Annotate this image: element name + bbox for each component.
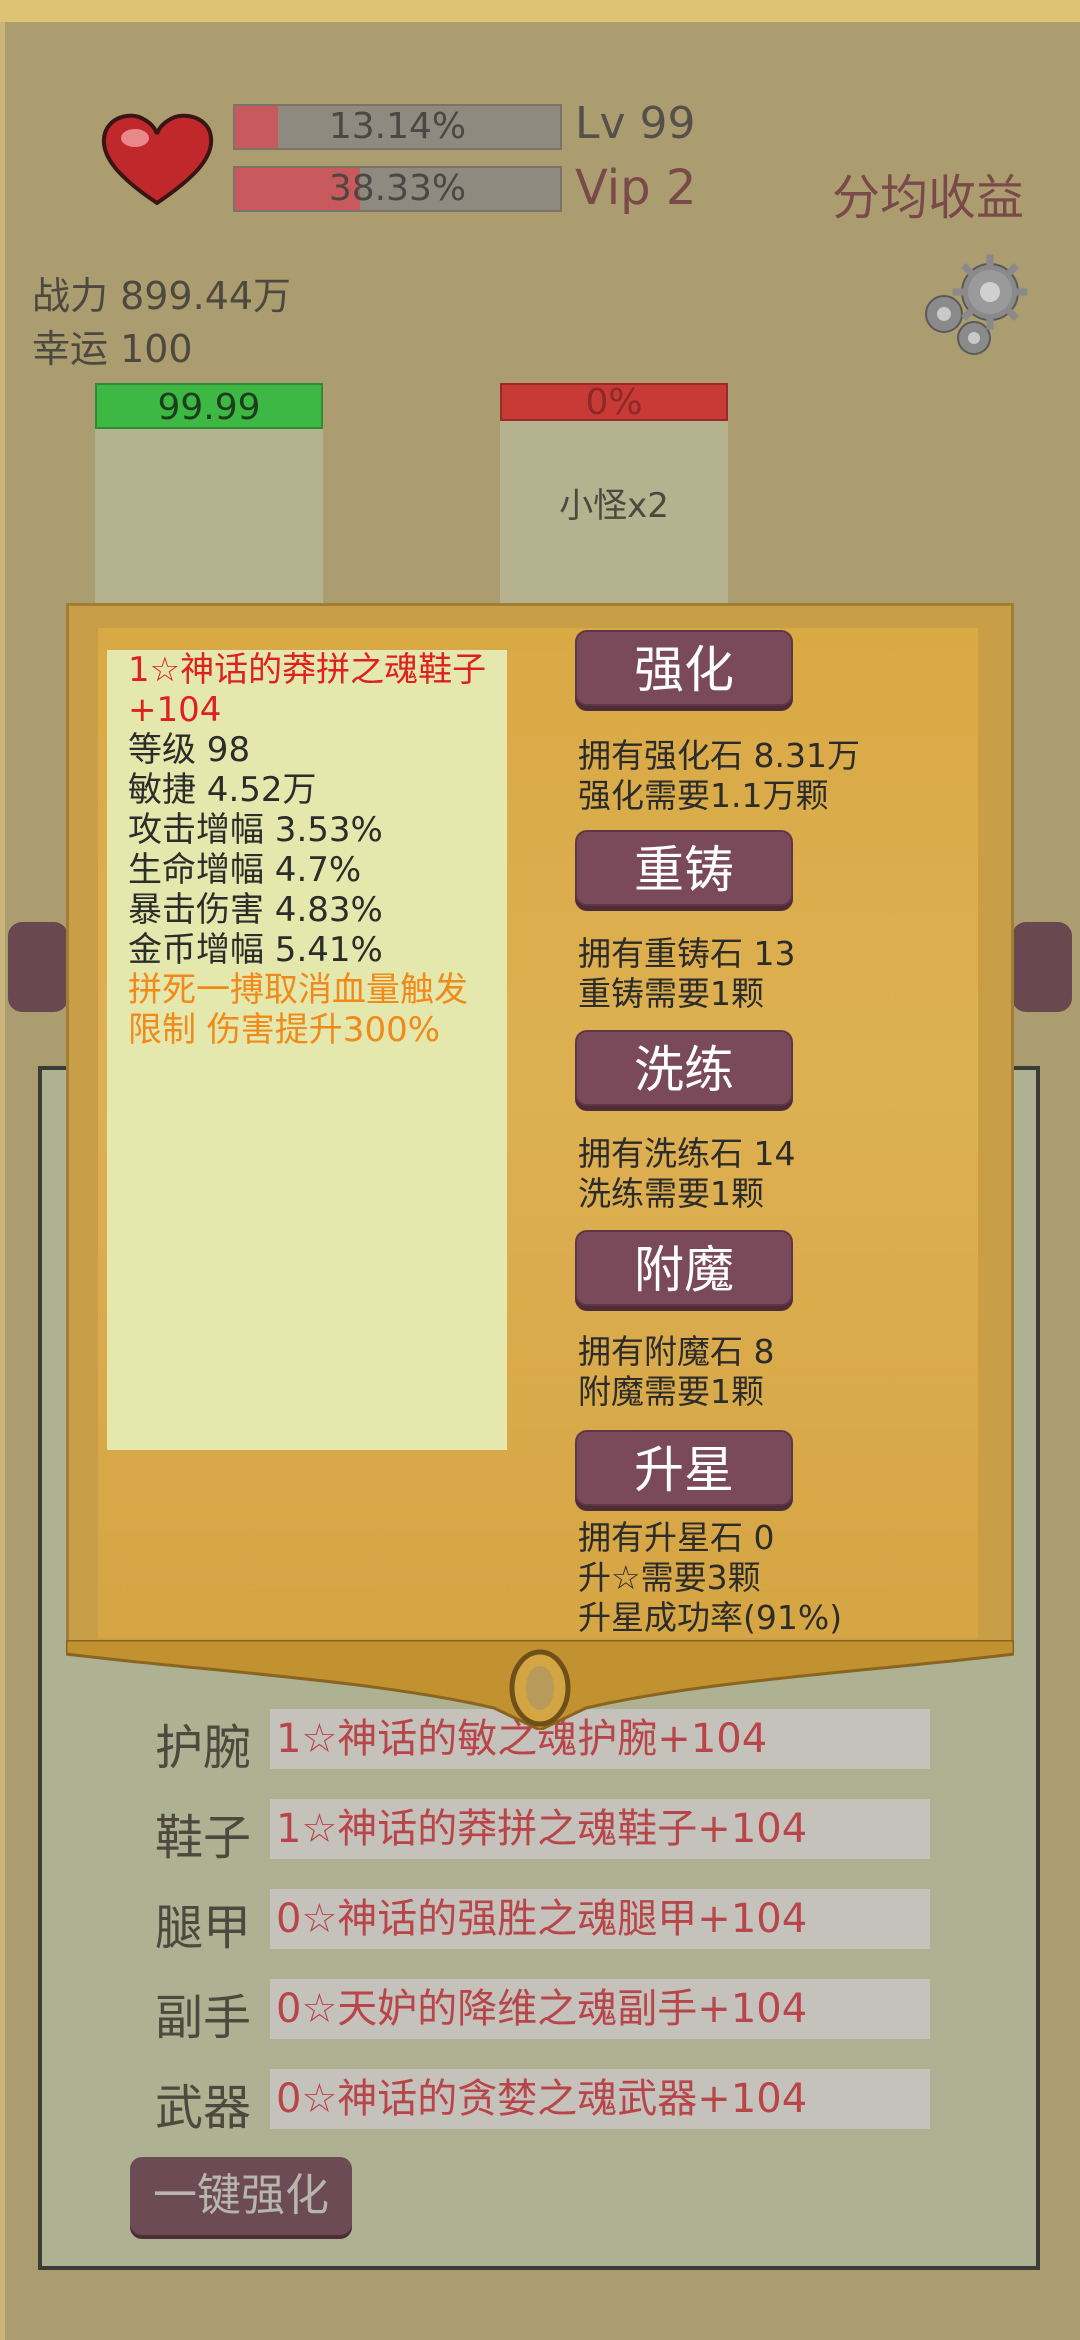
settings-gear-icon[interactable]: [920, 252, 1032, 360]
reforge-info: 拥有重铸石 13 重铸需要1颗: [578, 934, 795, 1014]
star-up-cost: 升☆需要3颗: [578, 1558, 761, 1597]
level-label: Lv 99: [575, 98, 696, 149]
exp-bar: 38.33%: [233, 166, 562, 212]
item-stat-attack: 攻击增幅 3.53%: [128, 810, 383, 850]
power-stat: 战力 899.44万: [32, 274, 292, 318]
slot-label-weapon: 武器: [155, 2080, 252, 2136]
refine-owned: 拥有洗练石 14: [578, 1134, 796, 1173]
slot-item-shoes[interactable]: 1☆神话的莽拼之魂鞋子+104: [270, 1799, 930, 1859]
enchant-info: 拥有附魔石 8 附魔需要1颗: [578, 1332, 775, 1412]
left-edge: [0, 22, 5, 2340]
star-up-rate: 升星成功率(91%): [578, 1598, 843, 1637]
enemy-label: 小怪x2: [559, 486, 669, 526]
slot-item-legs[interactable]: 0☆神话的强胜之魂腿甲+104: [270, 1889, 930, 1949]
hp-bar-text: 13.14%: [328, 106, 467, 147]
refine-cost: 洗练需要1颗: [578, 1174, 764, 1213]
star-up-button[interactable]: 升星: [575, 1430, 793, 1506]
slot-label-shoes: 鞋子: [155, 1810, 252, 1866]
top-strip: [0, 0, 1080, 22]
heart-icon: [101, 113, 214, 206]
modal-scroll-bottom: [66, 1640, 1014, 1730]
slot-item-offhand[interactable]: 0☆天妒的降维之魂副手+104: [270, 1979, 930, 2039]
item-info-text: 1☆神话的莽拼之魂鞋子+104 等级 98 敏捷 4.52万 攻击增幅 3.53…: [128, 650, 498, 1050]
refine-info: 拥有洗练石 14 洗练需要1颗: [578, 1134, 795, 1214]
player-hp: 99.99: [95, 383, 323, 429]
slot-item-weapon[interactable]: 0☆神话的贪婪之魂武器+104: [270, 2069, 930, 2129]
star-up-owned: 拥有升星石 0: [578, 1518, 775, 1557]
item-stat-crit: 暴击伤害 4.83%: [128, 890, 383, 930]
enhance-button[interactable]: 强化: [575, 630, 793, 706]
slot-label-legs: 腿甲: [155, 1900, 252, 1956]
enhance-owned: 拥有强化石 8.31万: [578, 736, 860, 775]
side-tab-right[interactable]: [1012, 922, 1072, 1012]
item-stat-life: 生命增幅 4.7%: [128, 850, 362, 890]
enchant-owned: 拥有附魔石 8: [578, 1332, 775, 1371]
slot-label-offhand: 副手: [155, 1990, 252, 2046]
reforge-owned: 拥有重铸石 13: [578, 934, 796, 973]
item-title: 1☆神话的莽拼之魂鞋子+104: [128, 650, 487, 730]
side-tab-left[interactable]: [8, 922, 68, 1012]
refine-button[interactable]: 洗练: [575, 1030, 793, 1106]
share-earnings-button[interactable]: 分均收益: [832, 158, 1024, 228]
enhance-cost: 强化需要1.1万颗: [578, 776, 829, 815]
item-special: 拼死一搏取消血量触发限制 伤害提升300%: [128, 970, 468, 1050]
vip-label[interactable]: Vip 2: [575, 160, 696, 216]
luck-stat: 幸运 100: [32, 327, 193, 371]
reforge-button[interactable]: 重铸: [575, 830, 793, 906]
hp-bar: 13.14%: [233, 104, 562, 150]
enhance-info: 拥有强化石 8.31万 强化需要1.1万颗: [578, 736, 860, 816]
item-stat-gold: 金币增幅 5.41%: [128, 930, 383, 970]
enemy-hp: 0%: [500, 383, 728, 421]
exp-bar-text: 38.33%: [328, 168, 467, 209]
enchant-cost: 附魔需要1颗: [578, 1372, 764, 1411]
enchant-button[interactable]: 附魔: [575, 1230, 793, 1306]
item-stat-agility: 敏捷 4.52万: [128, 770, 317, 810]
item-stat-level: 等级 98: [128, 730, 251, 770]
one-key-enhance-button[interactable]: 一键强化: [130, 2157, 352, 2235]
reforge-cost: 重铸需要1颗: [578, 974, 764, 1013]
star-up-info: 拥有升星石 0 升☆需要3颗 升星成功率(91%): [578, 1518, 842, 1638]
